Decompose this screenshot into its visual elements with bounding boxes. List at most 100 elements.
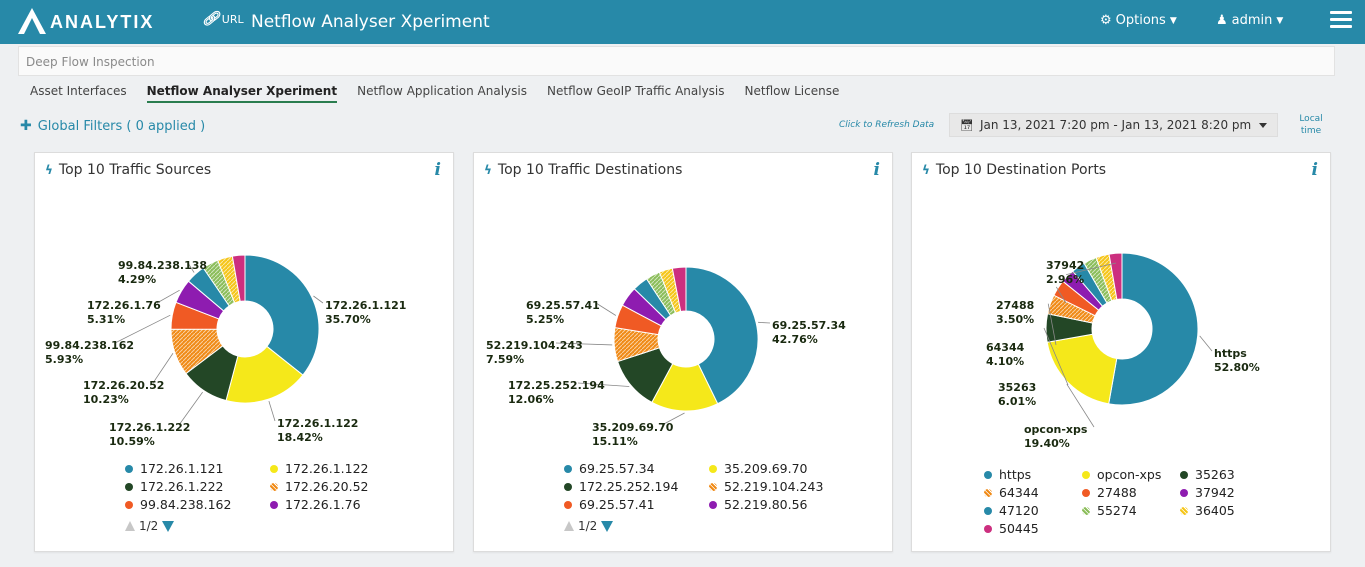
legend-swatch [270,500,278,509]
slice-label-percent: 5.93% [45,353,84,366]
panel-title: Top 10 Destination Ports [935,162,1107,178]
legend-item[interactable]: 64344 [984,485,1082,500]
slice-label-name: 172.25.252.194 [508,379,605,392]
legend-item[interactable]: 69.25.57.41 [564,497,709,512]
pie-slice[interactable] [1046,333,1118,405]
leader-line [268,401,276,422]
legend-item[interactable]: 172.26.1.121 [125,461,270,476]
pager-down-icon[interactable] [162,520,175,532]
panel-header: ϟ Top 10 Traffic Destinations [484,162,682,178]
tab-netflow-analyser-xperiment[interactable]: Netflow Analyser Xperiment [146,84,338,103]
options-label: Options [1115,13,1166,28]
slice-label-name: 172.26.1.122 [277,417,359,430]
slice-label-name: 99.84.238.162 [45,339,135,352]
tab-netflow-geoip-traffic-analysis[interactable]: Netflow GeoIP Traffic Analysis [547,84,725,103]
legend-item[interactable]: https [984,467,1082,482]
pager-up-icon[interactable] [564,521,574,531]
panel-title: Top 10 Traffic Destinations [497,162,683,178]
slice-label: 172.25.252.194 12.06% [508,379,605,407]
pager-down-icon[interactable] [601,520,614,532]
legend-item[interactable]: 50445 [984,521,1082,536]
legend-swatch [1082,470,1090,479]
legend-label: 172.26.20.52 [285,479,369,494]
slice-label-percent: 15.11% [592,435,638,448]
legend-item[interactable]: 99.84.238.162 [125,497,270,512]
top-bar: ANALYTIX 🔗︎ URL Netflow Analyser Xperime… [0,0,1365,44]
donut-chart[interactable] [912,193,1332,463]
hamburger-menu-icon[interactable] [1330,11,1352,31]
slice-label-percent: 18.42% [277,431,323,444]
tab-netflow-application-analysis[interactable]: Netflow Application Analysis [357,84,527,103]
slice-label-name: 172.26.1.121 [325,299,407,312]
slice-label: 172.26.1.121 35.70% [325,299,406,327]
info-icon[interactable]: i [435,160,441,180]
options-menu[interactable]: ⚙ Options ▼ [1100,13,1177,28]
legend-item[interactable]: 27488 [1082,485,1180,500]
legend-item[interactable]: 36405 [1180,503,1278,518]
caret-down-icon: ▼ [1169,15,1177,26]
legend-item[interactable]: 35263 [1180,467,1278,482]
legend-item[interactable]: 172.26.1.122 [270,461,415,476]
legend-item[interactable]: 172.26.1.76 [270,497,415,512]
global-filters-toggle[interactable]: ✚ Global Filters ( 0 applied ) [20,118,205,134]
legend-pager: 1/2 [564,519,614,533]
slice-label: 69.25.57.41 5.25% [526,299,600,327]
legend-swatch [1082,506,1090,515]
legend-item[interactable]: 55274 [1082,503,1180,518]
info-icon[interactable]: i [874,160,880,180]
legend-item[interactable]: 172.26.20.52 [270,479,415,494]
slice-label: 37942 2.96% [1046,259,1084,287]
legend-item[interactable]: 37942 [1180,485,1278,500]
slice-label-name: 37942 [1046,259,1085,272]
global-filters-label: Global Filters ( 0 applied ) [37,118,206,134]
date-range-picker[interactable]: 📅︎ Jan 13, 2021 7:20 pm - Jan 13, 2021 8… [949,113,1278,137]
pager-up-icon[interactable] [125,521,135,531]
slice-label: 172.26.1.122 18.42% [277,417,358,445]
url-link[interactable]: 🔗︎ URL [202,11,244,27]
slice-label: 99.84.238.138 4.29% [118,259,207,287]
slice-label-name: 52.219.104.243 [486,339,583,352]
slice-label: 52.219.104.243 7.59% [486,339,583,367]
slice-label-percent: 4.10% [986,355,1025,368]
chart-legend: 69.25.57.34 35.209.69.70 172.25.252.194 52.… [564,461,854,512]
legend-item[interactable]: 172.26.1.222 [125,479,270,494]
refresh-data-link[interactable]: Click to Refresh Data [839,120,934,130]
legend-label: 36405 [1195,503,1235,518]
info-icon[interactable]: i [1312,160,1318,180]
legend-label: 37942 [1195,485,1235,500]
move-plus-icon: ✚ [20,118,32,134]
legend-item[interactable]: 35.209.69.70 [709,461,854,476]
slice-label-name: 69.25.57.41 [526,299,600,312]
legend-item[interactable]: opcon-xps [1082,467,1180,482]
legend-item[interactable]: 47120 [984,503,1082,518]
donut-chart[interactable] [35,193,455,463]
slice-label-percent: 5.31% [87,313,126,326]
pager-text: 1/2 [578,519,598,533]
date-range-value: Jan 13, 2021 7:20 pm - Jan 13, 2021 8:20… [979,118,1252,132]
panel-header: ϟ Top 10 Destination Ports [922,162,1106,178]
legend-item[interactable]: 52.219.80.56 [709,497,854,512]
slice-label: 35263 6.01% [998,381,1036,409]
legend-swatch [984,488,992,497]
bolt-icon: ϟ [922,163,930,177]
legend-item[interactable]: 69.25.57.34 [564,461,709,476]
legend-swatch [709,500,717,509]
legend-label: 50445 [999,521,1039,536]
slice-label-percent: 19.40% [1024,437,1070,450]
slice-label: 172.26.1.76 5.31% [87,299,161,327]
tab-netflow-license[interactable]: Netflow License [745,84,840,103]
legend-item[interactable]: 52.219.104.243 [709,479,854,494]
legend-swatch [984,470,992,479]
legend-label: 172.26.1.121 [140,461,224,476]
legend-item[interactable]: 172.25.252.194 [564,479,709,494]
tab-asset-interfaces[interactable]: Asset Interfaces [30,84,127,103]
slice-label: 69.25.57.34 42.76% [772,319,846,347]
legend-label: 64344 [999,485,1039,500]
calendar-icon: 📅︎ [960,118,974,132]
link-icon: 🔗︎ [202,11,220,27]
analytix-logo[interactable]: ANALYTIX [14,4,184,38]
user-menu[interactable]: ♟ admin ▼ [1216,13,1283,28]
caret-down-icon: ▼ [1276,15,1284,26]
local-time-link[interactable]: Local time [1297,113,1325,137]
legend-swatch [564,500,572,509]
